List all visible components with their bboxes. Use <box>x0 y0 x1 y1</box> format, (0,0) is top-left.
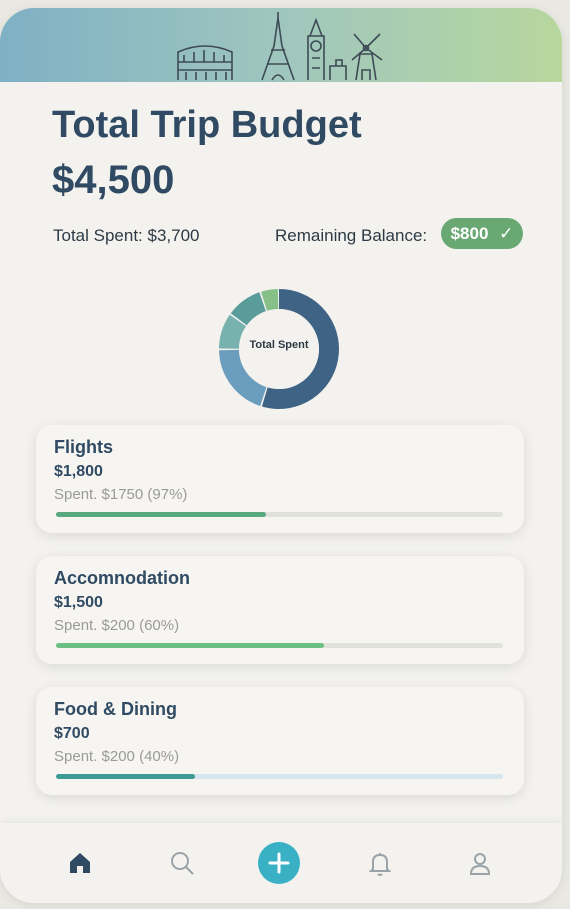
category-amount: $1,500 <box>54 594 103 611</box>
user-icon <box>469 853 491 875</box>
progress-fill <box>56 643 325 648</box>
app-screen: Total Trip Budget $4,500 Total Spent: $3… <box>0 8 562 903</box>
nav-search[interactable] <box>164 845 200 881</box>
bell-icon <box>368 853 392 876</box>
travel-banner <box>0 8 562 82</box>
category-amount: $700 <box>54 725 90 742</box>
add-icon <box>268 852 290 874</box>
add-button[interactable] <box>258 842 300 884</box>
category-amount: $1,800 <box>54 463 103 480</box>
category-card-flights[interactable]: Flights $1,800 Spent. $1750 (97%) <box>36 425 524 533</box>
total-budget-value: $4,500 <box>52 158 175 202</box>
progress-fill <box>56 512 267 517</box>
category-spent: Spent. $200 (60%) <box>54 617 180 634</box>
nav-notifications[interactable] <box>362 845 398 881</box>
category-card-food-dining[interactable]: Food & Dining $700 Spent. $200 (40%) <box>36 687 524 795</box>
category-spent: Spent. $200 (40%) <box>54 748 180 765</box>
progress-track <box>56 512 503 517</box>
check-icon: ✓ <box>499 224 514 243</box>
category-name: Food & Dining <box>54 699 177 719</box>
bottom-navigation <box>0 823 562 903</box>
category-name: Accomnodation <box>54 568 191 588</box>
category-name: Flights <box>54 437 113 457</box>
nav-profile[interactable] <box>462 845 498 881</box>
remaining-balance-badge: $800 ✓ <box>441 218 523 249</box>
progress-fill <box>56 774 195 779</box>
search-icon <box>171 852 194 875</box>
category-spent: Spent. $1750 (97%) <box>54 486 188 503</box>
remaining-balance-value: $800 <box>450 224 489 243</box>
nav-home[interactable] <box>62 845 98 881</box>
donut-center-label: Total Spent <box>249 339 309 351</box>
total-spent-text: Total Spent: $3,700 <box>53 226 200 245</box>
category-card-accommodation[interactable]: Accomnodation $1,500 Spent. $200 (60%) <box>36 556 524 664</box>
remaining-balance-label: Remaining Balance: <box>275 226 428 245</box>
home-icon <box>70 853 90 873</box>
page-title: Total Trip Budget <box>52 104 362 146</box>
progress-track <box>56 643 503 648</box>
landmarks-illustration <box>177 12 383 81</box>
progress-track <box>56 774 503 779</box>
